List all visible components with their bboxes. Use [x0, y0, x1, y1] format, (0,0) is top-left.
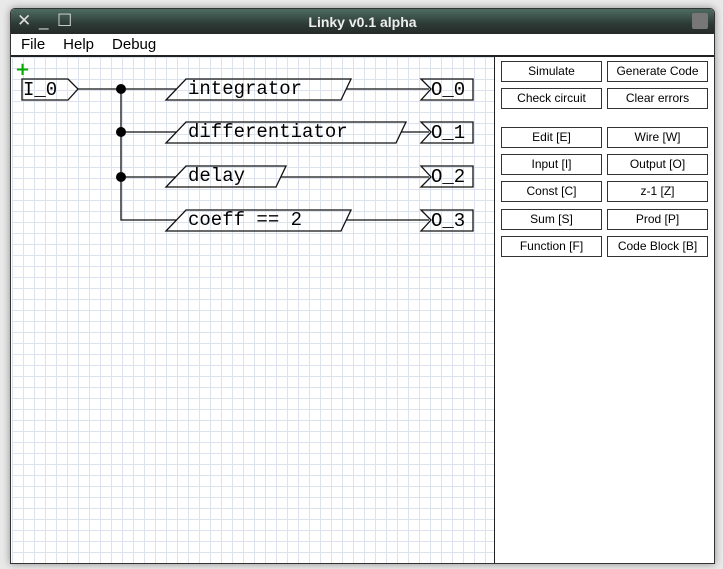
tool-panel: Simulate Generate Code Check circuit Cle…: [494, 57, 714, 563]
menu-help[interactable]: Help: [63, 34, 94, 55]
wire-tool-button[interactable]: Wire [W]: [607, 127, 708, 148]
delay-tool-button[interactable]: z-1 [Z]: [607, 181, 708, 202]
prod-tool-button[interactable]: Prod [P]: [607, 209, 708, 230]
sum-tool-button[interactable]: Sum [S]: [501, 209, 602, 230]
add-icon[interactable]: +: [15, 59, 30, 80]
output-label: O_2: [431, 166, 465, 188]
edit-tool-button[interactable]: Edit [E]: [501, 127, 602, 148]
const-tool-button[interactable]: Const [C]: [501, 181, 602, 202]
output-label: O_1: [431, 122, 465, 144]
function-tool-button[interactable]: Function [F]: [501, 236, 602, 257]
input-tool-button[interactable]: Input [I]: [501, 154, 602, 175]
generate-code-button[interactable]: Generate Code: [607, 61, 708, 82]
simulate-button[interactable]: Simulate: [501, 61, 602, 82]
output-label: O_3: [431, 210, 465, 232]
clear-errors-button[interactable]: Clear errors: [607, 88, 708, 109]
menu-debug[interactable]: Debug: [112, 34, 156, 55]
block-label: integrator: [188, 78, 302, 100]
block-label: differentiator: [188, 121, 348, 143]
output-blocks[interactable]: [419, 78, 474, 232]
block-label: coeff == 2: [188, 209, 302, 231]
title-bar: ✕ _ ☐ Linky v0.1 alpha: [11, 9, 714, 34]
menu-file[interactable]: File: [21, 34, 45, 55]
circuit-canvas[interactable]: + I_0 integrator differentiator delay co…: [12, 57, 494, 563]
input-label: I_0: [23, 79, 57, 101]
block-label: delay: [188, 165, 245, 187]
code-block-tool-button[interactable]: Code Block [B]: [607, 236, 708, 257]
output-tool-button[interactable]: Output [O]: [607, 154, 708, 175]
check-circuit-button[interactable]: Check circuit: [501, 88, 602, 109]
app-window: ✕ _ ☐ Linky v0.1 alpha File Help Debug +…: [10, 8, 715, 564]
window-title: Linky v0.1 alpha: [308, 14, 417, 30]
app-icon: [692, 13, 708, 29]
output-label: O_0: [431, 79, 465, 101]
menu-bar: File Help Debug: [11, 34, 714, 57]
